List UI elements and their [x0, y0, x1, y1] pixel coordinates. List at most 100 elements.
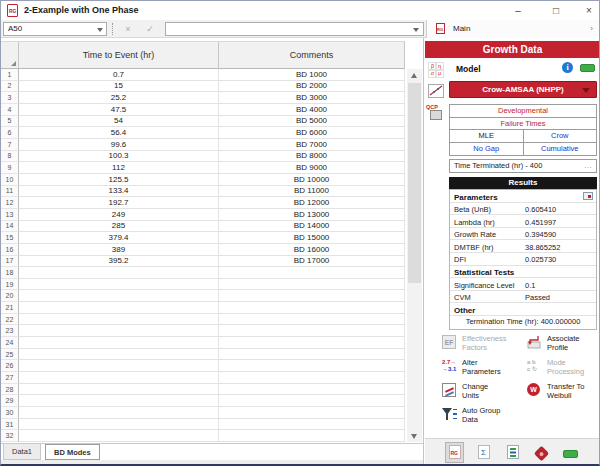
cell-comment[interactable]: [219, 419, 405, 431]
row-number[interactable]: 15: [1, 232, 19, 244]
cell-comment[interactable]: [219, 337, 405, 349]
row-number[interactable]: 12: [1, 197, 19, 209]
row-number[interactable]: 18: [1, 267, 19, 279]
row-number[interactable]: 13: [1, 209, 19, 221]
report-button[interactable]: [503, 442, 522, 463]
cell-comment[interactable]: BD 8000: [219, 151, 405, 163]
change-units-button[interactable]: ChangeUnits: [442, 382, 524, 404]
time-terminated-box[interactable]: Time Terminated (hr) - 400…: [449, 159, 597, 173]
row-number[interactable]: 26: [1, 360, 19, 372]
minimize-button[interactable]: –: [502, 1, 534, 20]
cell-comment[interactable]: BD 5000: [219, 116, 405, 128]
associate-profile-button[interactable]: AssociateProfile: [527, 334, 600, 356]
cell-time[interactable]: [19, 337, 219, 349]
cell-time[interactable]: 54: [19, 116, 219, 128]
cell-comment[interactable]: [219, 360, 405, 372]
cell-comment[interactable]: [219, 302, 405, 314]
send-to-icon[interactable]: [583, 192, 593, 200]
cell-comment[interactable]: BD 16000: [219, 244, 405, 256]
cell-time[interactable]: 395.2: [19, 256, 219, 268]
cell-comment[interactable]: [219, 407, 405, 419]
cell-comment[interactable]: [219, 267, 405, 279]
cell-comment[interactable]: BD 1000: [219, 69, 405, 81]
row-number[interactable]: 7: [1, 139, 19, 151]
cell-time[interactable]: 100.3: [19, 151, 219, 163]
row-number[interactable]: 5: [1, 116, 19, 128]
settings-option[interactable]: Developmental: [450, 105, 596, 117]
cell-comment[interactable]: BD 4000: [219, 104, 405, 116]
cell-time[interactable]: [19, 372, 219, 384]
auto-group-data-button[interactable]: Auto GroupData: [442, 406, 524, 428]
row-number[interactable]: 29: [1, 395, 19, 407]
cell-time[interactable]: 25.2: [19, 92, 219, 104]
chevron-down-icon[interactable]: [582, 88, 590, 93]
plot-sheet-button[interactable]: [561, 442, 580, 463]
row-number[interactable]: 16: [1, 244, 19, 256]
cell-time[interactable]: 125.5: [19, 174, 219, 186]
cell-time[interactable]: 0.7: [19, 69, 219, 81]
cell-comment[interactable]: [219, 395, 405, 407]
cell-time[interactable]: [19, 419, 219, 431]
cell-comment[interactable]: [219, 279, 405, 291]
settings-option[interactable]: MLE: [450, 130, 524, 142]
transfer-to-weibull-button[interactable]: WTransfer ToWeibull: [527, 382, 600, 404]
row-number[interactable]: 3: [1, 92, 19, 104]
settings-option[interactable]: No Gap: [450, 143, 524, 156]
cell-comment[interactable]: BD 2000: [219, 81, 405, 93]
scrollbar-thumb[interactable]: [408, 83, 421, 283]
row-number[interactable]: 21: [1, 302, 19, 314]
info-icon[interactable]: i: [562, 62, 573, 73]
cell-comment[interactable]: BD 11000: [219, 186, 405, 198]
row-number[interactable]: 32: [1, 430, 19, 442]
cell-comment[interactable]: BD 13000: [219, 209, 405, 221]
cell-comment[interactable]: BD 17000: [219, 256, 405, 268]
column-header-comments[interactable]: Comments: [219, 41, 405, 69]
cell-time[interactable]: [19, 290, 219, 302]
row-number[interactable]: 4: [1, 104, 19, 116]
cell-comment[interactable]: [219, 314, 405, 326]
cell-comment[interactable]: [219, 290, 405, 302]
cell-time[interactable]: 99.6: [19, 139, 219, 151]
cell-comment[interactable]: [219, 384, 405, 396]
cell-comment[interactable]: [219, 349, 405, 361]
cell-time[interactable]: 47.5: [19, 104, 219, 116]
navigator-bar[interactable]: Main ›: [426, 20, 600, 38]
model-dropdown[interactable]: Crow-AMSAA (NHPP): [449, 81, 597, 98]
row-number[interactable]: 28: [1, 384, 19, 396]
cell-comment[interactable]: BD 3000: [219, 92, 405, 104]
settings-option[interactable]: Cumulative: [524, 143, 597, 156]
chevron-down-icon[interactable]: [413, 28, 419, 32]
failure-modes-button[interactable]: [532, 442, 551, 463]
row-number[interactable]: 27: [1, 372, 19, 384]
cell-time[interactable]: 379.4: [19, 232, 219, 244]
confirm-entry-button[interactable]: ✓: [140, 22, 160, 36]
row-number[interactable]: 6: [1, 127, 19, 139]
cell-time[interactable]: [19, 302, 219, 314]
row-number[interactable]: 10: [1, 174, 19, 186]
cell-time[interactable]: [19, 349, 219, 361]
chevron-down-icon[interactable]: [97, 28, 103, 32]
cell-time[interactable]: 112: [19, 162, 219, 174]
row-number[interactable]: 30: [1, 407, 19, 419]
row-number[interactable]: 9: [1, 162, 19, 174]
cell-time[interactable]: [19, 360, 219, 372]
scroll-down-icon[interactable]: [407, 429, 422, 442]
close-button[interactable]: ×: [573, 1, 600, 20]
chevron-right-icon[interactable]: ›: [590, 24, 593, 33]
cancel-entry-button[interactable]: ×: [118, 22, 138, 36]
cell-comment[interactable]: BD 9000: [219, 162, 405, 174]
maximize-button[interactable]: □: [540, 1, 572, 20]
cell-reference-box[interactable]: A50: [3, 22, 107, 36]
row-number[interactable]: 20: [1, 290, 19, 302]
scroll-up-icon[interactable]: [407, 69, 422, 82]
cell-time[interactable]: [19, 267, 219, 279]
cell-time[interactable]: [19, 279, 219, 291]
cell-comment[interactable]: BD 7000: [219, 139, 405, 151]
rga-folio-button[interactable]: [445, 442, 464, 463]
row-number[interactable]: 11: [1, 186, 19, 198]
row-number[interactable]: 19: [1, 279, 19, 291]
cell-time[interactable]: [19, 430, 219, 442]
cell-comment[interactable]: BD 6000: [219, 127, 405, 139]
cell-time[interactable]: [19, 325, 219, 337]
status-badge[interactable]: [580, 64, 595, 72]
